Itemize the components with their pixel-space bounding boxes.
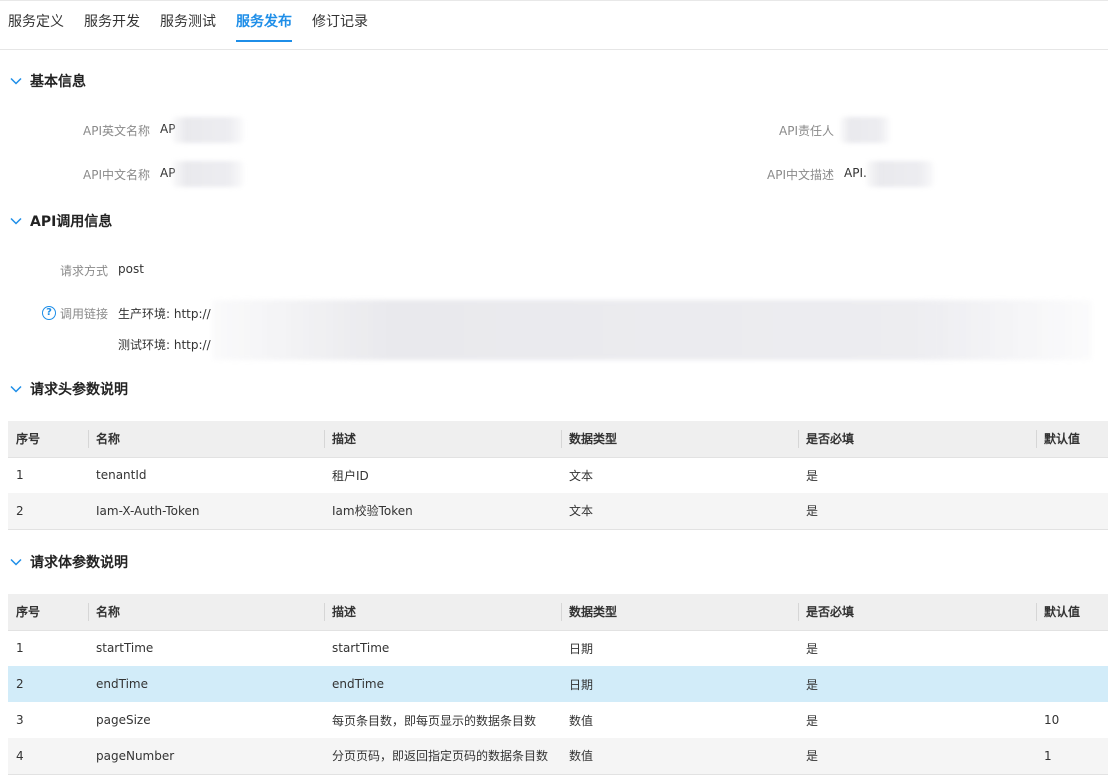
col-header-required: 是否必填 (798, 594, 1036, 631)
test-env-url[interactable]: 测试环境: http:// (118, 336, 211, 353)
cell-name: startTime (96, 641, 154, 656)
request-method-value: post (118, 262, 144, 276)
cell-type: 文本 (569, 468, 594, 483)
section-req-body-header[interactable]: 请求体参数说明 (8, 552, 128, 572)
tab-service-testing[interactable]: 服务测试 (160, 12, 216, 42)
cell-default: 1 (1036, 738, 1108, 774)
redacted-blur (212, 300, 1092, 360)
col-header-type: 数据类型 (561, 594, 798, 631)
cell-index: 1 (16, 468, 24, 483)
cell-name: Iam-X-Auth-Token (88, 493, 324, 529)
table-row[interactable]: 1 startTime startTime 日期 是 (8, 630, 1108, 666)
table-row[interactable]: 1 tenantId 租户ID 文本 是 (8, 457, 1108, 493)
col-header-name: 名称 (88, 421, 324, 458)
section-basic-info-header[interactable]: 基本信息 (8, 71, 86, 91)
tab-service-publish[interactable]: 服务发布 (236, 12, 292, 42)
table-header-row: 序号 名称 描述 数据类型 是否必填 默认值 (8, 421, 1108, 458)
cell-name: pageSize (96, 713, 151, 727)
cell-name: endTime (88, 666, 324, 702)
col-header-desc: 描述 (324, 594, 561, 631)
cell-required: 是 (806, 713, 819, 728)
cell-default (1036, 493, 1108, 529)
col-header-name: 名称 (88, 594, 324, 631)
cell-required: 是 (806, 468, 819, 483)
cell-index: 4 (8, 738, 88, 774)
cell-desc: startTime (332, 641, 390, 656)
cell-desc: endTime (324, 666, 561, 702)
request-method-label: 请求方式 (59, 264, 108, 278)
section-title: 基本信息 (30, 74, 86, 90)
col-header-default: 默认值 (1036, 594, 1108, 631)
table-header-row: 序号 名称 描述 数据类型 是否必填 默认值 (8, 594, 1108, 631)
cell-type: 文本 (561, 493, 798, 529)
cell-required: 是 (798, 493, 1036, 529)
cell-type: 日期 (561, 666, 798, 702)
cell-index: 2 (8, 666, 88, 702)
section-title: API调用信息 (30, 214, 113, 230)
table-row-highlighted[interactable]: 2 endTime endTime 日期 是 (8, 666, 1108, 702)
api-cn-name-label: API中文名称 (83, 168, 150, 182)
cell-required: 是 (798, 666, 1036, 702)
section-title: 请求体参数说明 (30, 555, 128, 571)
prod-env-url[interactable]: 生产环境: http:// (118, 305, 211, 322)
cell-type: 数值 (569, 713, 594, 728)
cell-desc: 租户ID (332, 468, 369, 483)
api-cn-desc-value: API. (844, 166, 867, 180)
col-header-index: 序号 (8, 594, 88, 631)
col-header-index: 序号 (8, 421, 88, 458)
cell-default (1036, 630, 1108, 666)
chevron-down-icon (10, 217, 22, 225)
cell-type: 日期 (569, 641, 594, 656)
cell-desc: 每页条目数，即每页显示的数据条目数 (332, 713, 537, 728)
api-cn-desc-label: API中文描述 (767, 168, 834, 182)
table-row[interactable]: 2 Iam-X-Auth-Token Iam校验Token 文本 是 (8, 493, 1108, 529)
cell-desc: Iam校验Token (324, 493, 561, 529)
tab-service-definition[interactable]: 服务定义 (8, 12, 64, 42)
cell-default: 10 (1044, 713, 1060, 727)
cell-required: 是 (798, 738, 1036, 774)
tab-service-development[interactable]: 服务开发 (84, 12, 140, 42)
tab-revision-history[interactable]: 修订记录 (312, 12, 368, 42)
tab-bar: 服务定义 服务开发 服务测试 服务发布 修订记录 (0, 0, 1108, 50)
cell-default (1036, 666, 1108, 702)
cell-default (1036, 457, 1108, 493)
redacted-blur (866, 161, 934, 187)
redacted-blur (172, 161, 244, 187)
help-circle-icon[interactable]: ? (42, 306, 56, 320)
col-header-default: 默认值 (1036, 421, 1108, 458)
header-params-table: 序号 名称 描述 数据类型 是否必填 默认值 1 tenantId 租户ID 文… (8, 421, 1108, 530)
cell-name: tenantId (96, 468, 147, 483)
cell-type: 数值 (561, 738, 798, 774)
section-req-header-header[interactable]: 请求头参数说明 (8, 379, 128, 399)
col-header-desc: 描述 (324, 421, 561, 458)
table-row[interactable]: 3 pageSize 每页条目数，即每页显示的数据条目数 数值 是 10 (8, 702, 1108, 738)
cell-desc: 分页页码，即返回指定页码的数据条目数 (324, 738, 561, 774)
section-api-call-header[interactable]: API调用信息 (8, 211, 112, 231)
col-header-required: 是否必填 (798, 421, 1036, 458)
call-link-label: 调用链接 (59, 307, 108, 321)
cell-index: 1 (16, 641, 24, 656)
cell-required: 是 (806, 641, 819, 656)
section-title: 请求头参数说明 (30, 382, 128, 398)
col-header-type: 数据类型 (561, 421, 798, 458)
chevron-down-icon (10, 558, 22, 566)
body-params-table: 序号 名称 描述 数据类型 是否必填 默认值 1 startTime start… (8, 594, 1108, 775)
cell-index: 2 (8, 493, 88, 529)
redacted-blur (172, 117, 244, 143)
cell-index: 3 (16, 713, 24, 727)
api-owner-label: API责任人 (779, 124, 834, 138)
chevron-down-icon (10, 385, 22, 393)
cell-name: pageNumber (88, 738, 324, 774)
api-en-name-label: API英文名称 (83, 124, 150, 138)
chevron-down-icon (10, 77, 22, 85)
redacted-blur (840, 117, 890, 143)
table-row[interactable]: 4 pageNumber 分页页码，即返回指定页码的数据条目数 数值 是 1 (8, 738, 1108, 774)
